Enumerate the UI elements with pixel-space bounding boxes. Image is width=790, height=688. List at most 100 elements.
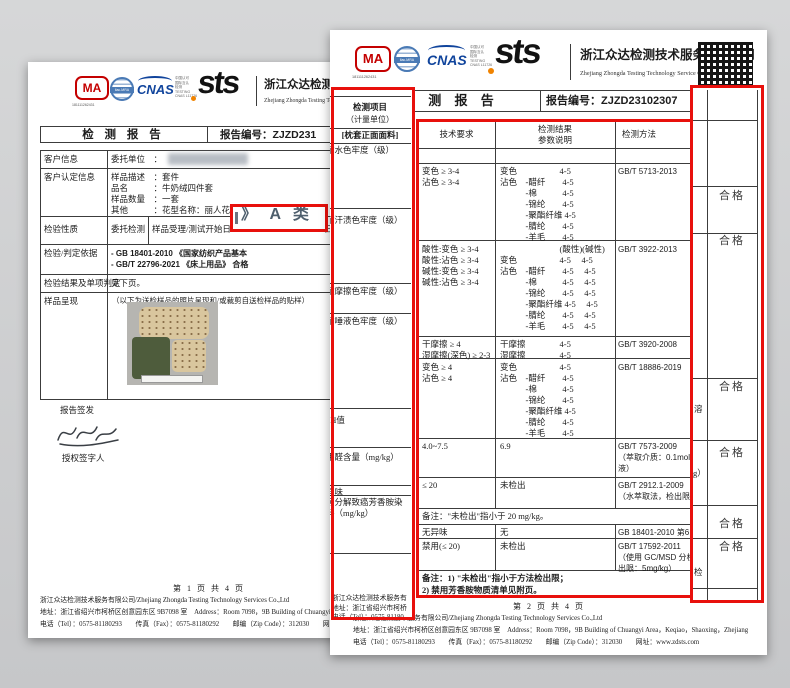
client-name-redacted bbox=[168, 153, 248, 165]
remark-mid: 备注："未检出"指小于 20 mg/kg。 bbox=[422, 511, 548, 522]
row-line bbox=[418, 163, 692, 164]
report-no: 报告编号：ZJZD231 bbox=[220, 130, 316, 141]
report-no-label: 报告编号： bbox=[220, 129, 273, 141]
row6-result: 未检出 bbox=[500, 480, 526, 491]
cma-id: 181111262431 bbox=[352, 72, 377, 83]
report-no-value: ZJZD23102307 bbox=[601, 95, 677, 107]
row-line bbox=[418, 148, 692, 149]
verdict-6: 合格 bbox=[707, 542, 757, 553]
item-formaldehyde: 甲醛含量（mg/kg） bbox=[330, 452, 414, 463]
test-item-header-unit: （计量单位） bbox=[330, 114, 410, 125]
row1-key: 委托单位 ： bbox=[111, 154, 162, 165]
sample-photo bbox=[127, 302, 218, 385]
sts-logo: sts bbox=[493, 32, 542, 72]
patch-line bbox=[330, 447, 411, 448]
item-aromatic-amines: 可分解致癌芳香胺染 料（mg/kg） bbox=[330, 497, 414, 519]
patch-line bbox=[330, 143, 411, 144]
col-header-result: 检测结果 参数说明 bbox=[495, 124, 615, 146]
header-divider bbox=[256, 76, 257, 106]
row1-tech: 变色 ≥ 3-4 沾色 ≥ 3-4 bbox=[422, 166, 459, 188]
verdict-4: 合格 bbox=[707, 448, 757, 459]
patch-line bbox=[330, 313, 411, 314]
row5-value: 见下页。 bbox=[111, 278, 145, 289]
row7-method: GB 18401-2010 第6 bbox=[618, 527, 689, 538]
row6-label: 样品呈现 bbox=[44, 296, 78, 307]
report-title: 检 测 报 告 bbox=[40, 130, 207, 141]
verdict-3: 合格 bbox=[707, 382, 757, 393]
page1-number: 第 1 页 共 4 页 bbox=[173, 583, 245, 594]
ilac-mra-logo: ilac-MRA bbox=[394, 46, 420, 72]
row1-result: 变色 4-5 沾色 -醋纤 4-5 -棉 4-5 -锦纶 4-5 -聚酯纤维 4… bbox=[500, 166, 576, 243]
patch-line bbox=[330, 495, 411, 496]
page2-number: 第 2 页 共 4 页 bbox=[513, 601, 585, 612]
row2-result: (酸性)(碱性) 变色 4-5 4-5 沾色 -醋纤 4-5 4-5 -棉 4-… bbox=[500, 244, 605, 332]
row4-method: GB/T 18886-2019 bbox=[618, 362, 681, 373]
col-divider-1 bbox=[495, 120, 496, 508]
row2-method: GB/T 3922-2013 bbox=[618, 244, 677, 255]
row1-label: 客户信息 bbox=[44, 154, 78, 165]
info-table-col-divider bbox=[107, 150, 108, 400]
test-item-column-patch: 检测项目 （计量单位） [枕套正面面料] 耐水色牢度（级） 耐汗渍色牢度（级） … bbox=[330, 88, 415, 620]
cma-logo: MA bbox=[75, 76, 109, 100]
row8-result: 未检出 bbox=[500, 541, 526, 552]
patch-line bbox=[693, 538, 757, 539]
patch-line bbox=[330, 283, 411, 284]
row-line bbox=[40, 168, 348, 169]
patch-line bbox=[330, 96, 411, 97]
row6-method: GB/T 2912.1-2009 （水萃取法，检出限： bbox=[618, 480, 698, 502]
patch-line bbox=[330, 485, 411, 486]
item-ph: pH值 bbox=[330, 415, 414, 426]
report-no: 报告编号：ZJZD23102307 bbox=[546, 96, 677, 107]
patch-footer-frag2: 地址：浙江省绍兴市柯桥 bbox=[332, 604, 407, 613]
screenshot-viewer: MA 181111262431 ilac-MRA CNAS 中国认可 国际互认 … bbox=[0, 0, 790, 688]
col-header-tech: 技术要求 bbox=[418, 129, 495, 140]
cma-id: 181111262431 bbox=[72, 100, 95, 111]
row-line bbox=[418, 538, 692, 539]
row3-cell2: 样品受理/测试开始日 bbox=[152, 224, 231, 235]
ilac-mra-logo: ilac-MRA bbox=[110, 77, 134, 101]
title-row-divider bbox=[540, 90, 541, 112]
col-divider-2 bbox=[615, 120, 616, 508]
row3-divider bbox=[148, 216, 149, 244]
ilac-mra-label: ilac-MRA bbox=[110, 87, 134, 93]
cnas-logo: CNAS bbox=[137, 82, 174, 97]
patch-footer-frag1: 浙江众达检测技术服务有 bbox=[332, 594, 407, 603]
row4-result: 变色 4-5 沾色 -醋纤 4-5 -棉 4-5 -锦纶 4-5 -聚酯纤维 4… bbox=[500, 362, 576, 439]
row-line bbox=[40, 274, 348, 275]
sign-auth-label: 授权签字人 bbox=[62, 453, 105, 464]
row2-values: 样品描述 ：套件 品名 ：牛奶绒四件套 样品数量 ：一套 其他 ：花型名称：丽人… bbox=[111, 172, 239, 216]
sample-green-pack bbox=[132, 337, 170, 379]
remark-end: 备注：1) "未检出"指小于方法检出限； 2) 禁用芳香胺物质清单见附页。 bbox=[422, 573, 568, 596]
patch-line bbox=[330, 208, 411, 209]
patch-footer-frag3: 电话（Tel）：0575-81180 bbox=[332, 613, 404, 622]
row7-result: 无 bbox=[500, 527, 509, 538]
row6-tech: ≤ 20 bbox=[422, 480, 437, 491]
row-line bbox=[40, 244, 348, 245]
patch-line bbox=[693, 233, 757, 234]
col-header-method: 检测方法 bbox=[622, 129, 656, 140]
patch-line bbox=[693, 120, 757, 121]
patch-line bbox=[693, 588, 757, 589]
sample-quilt-small bbox=[172, 340, 206, 372]
row4-standards: - GB 18401-2010 《国家纺织产品基本 - GB/T 22796-2… bbox=[111, 248, 248, 270]
row2-label: 客户认定信息 bbox=[44, 172, 95, 183]
item-water-fastness: 耐水色牢度（级） bbox=[330, 145, 414, 156]
row5-method: GB/T 7573-2009 （萃取介质：0.1mol/L 液） bbox=[618, 441, 697, 474]
page1-footer-address: 地址：浙江省绍兴市柯桥区创意园东区 9B7098 室 Address：Room … bbox=[40, 608, 352, 617]
row3-tech: 干摩擦 ≥ 4 湿摩擦(深色) ≥ 2-3 bbox=[422, 339, 490, 361]
report-no-value: ZJZD231 bbox=[273, 129, 317, 141]
report-title: 检 测 报 告 bbox=[402, 95, 499, 106]
col-divider-2b bbox=[615, 524, 616, 570]
row3-cell1: 委托检测 bbox=[111, 224, 145, 235]
method-frag-g: g） bbox=[693, 468, 706, 479]
cma-logo: MA bbox=[355, 46, 391, 72]
patch-line bbox=[330, 553, 411, 554]
page1-footer-company: 浙江众达检测技术服务有限公司/Zhejiang Zhongda Testing … bbox=[40, 596, 289, 605]
row1-method: GB/T 5713-2013 bbox=[618, 166, 677, 177]
patch-line bbox=[330, 408, 411, 409]
row-line bbox=[418, 524, 692, 525]
row8-tech: 禁用(≤ 20) bbox=[422, 541, 460, 552]
ilac-mra-label: ilac-MRA bbox=[394, 57, 420, 63]
method-frag-rong: 溶 bbox=[694, 404, 703, 415]
row-line bbox=[40, 292, 348, 293]
